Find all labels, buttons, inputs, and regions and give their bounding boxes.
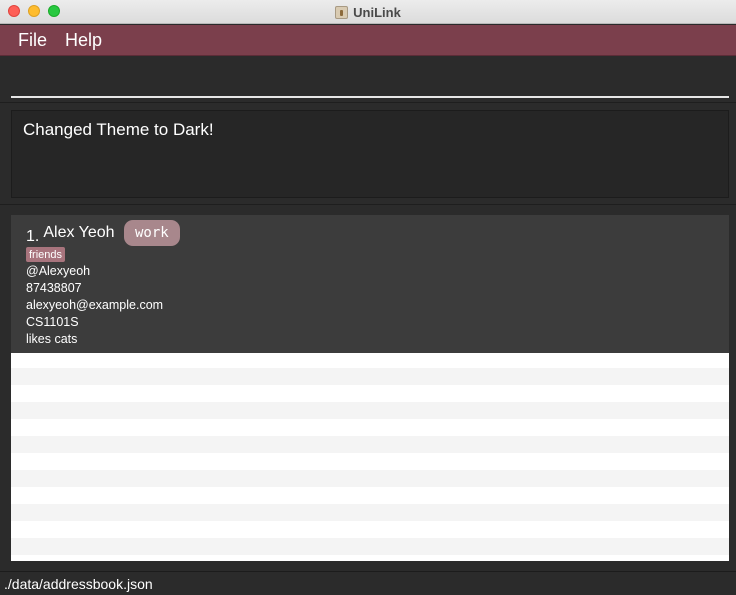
person-card-header: 1. Alex Yeoh [26, 221, 115, 247]
menu-bar: File Help [0, 25, 736, 56]
person-name: Alex Yeoh [43, 224, 115, 241]
result-display: Changed Theme to Dark! [11, 110, 729, 198]
person-index: 1. [26, 228, 40, 245]
person-email: alexyeoh@example.com [26, 298, 164, 312]
person-list[interactable]: 1. Alex Yeoh work friends @Alexyeoh 8743… [11, 215, 729, 561]
command-input[interactable] [11, 60, 729, 98]
window-title-group: UniLink [0, 0, 736, 24]
app-icon [335, 5, 349, 19]
menu-file[interactable]: File [0, 30, 56, 51]
tag-work: work [124, 220, 180, 246]
result-display-panel: Changed Theme to Dark! [0, 104, 736, 205]
person-card[interactable]: 1. Alex Yeoh work friends @Alexyeoh 8743… [11, 215, 729, 353]
menu-help[interactable]: Help [56, 30, 111, 51]
save-location-path: ./data/addressbook.json [4, 575, 153, 592]
command-box-panel [0, 56, 736, 103]
tag-friends: friends [26, 247, 66, 262]
person-phone: 87438807 [26, 281, 82, 295]
person-module: CS1101S [26, 315, 79, 329]
window-title: UniLink [353, 4, 401, 20]
status-bar: ./data/addressbook.json [0, 571, 736, 595]
person-remark: likes cats [26, 332, 78, 346]
title-bar: UniLink [0, 0, 736, 24]
person-telegram: @Alexyeoh [26, 264, 91, 278]
